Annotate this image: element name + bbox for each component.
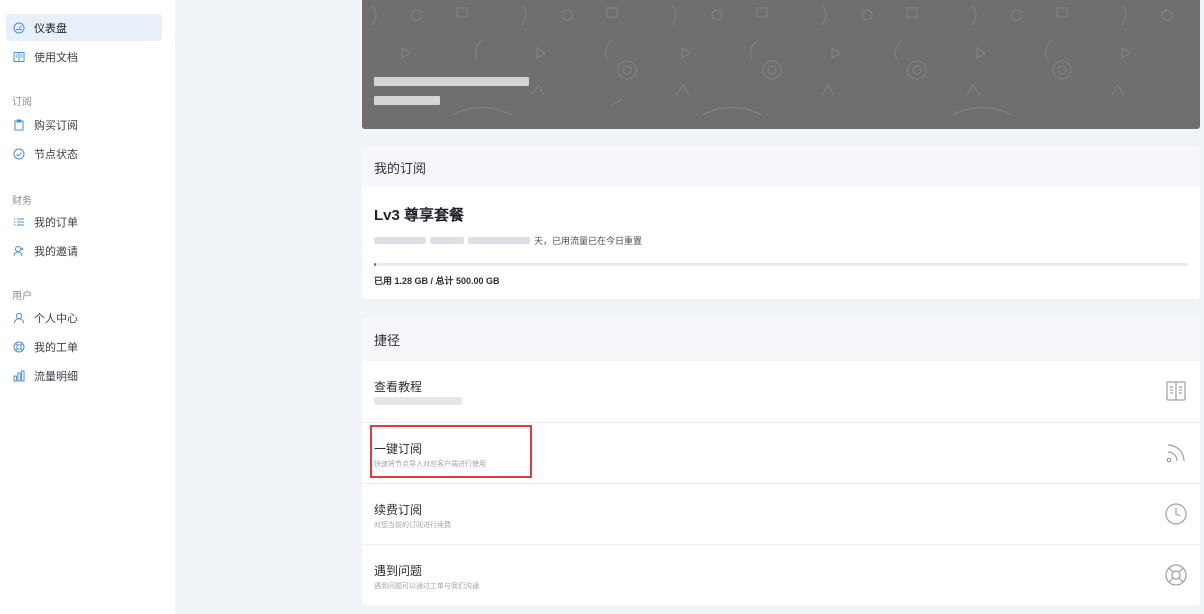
sidebar-group-subscription: 订阅: [12, 97, 32, 108]
redacted-desc: [374, 397, 462, 405]
shortcut-title: 续费订阅: [374, 503, 423, 517]
shortcut-desc: 对您当前的订阅进行续费: [374, 522, 451, 529]
subscription-card: 我的订阅 Lv3 尊享套餐 天，已用流量已在今日重置 已用 1.28 GB / …: [362, 147, 1200, 299]
sidebar-item-traffic[interactable]: 流量明细: [6, 362, 162, 389]
redacted-title: [374, 77, 529, 86]
sidebar-item-label: 仪表盘: [34, 22, 67, 35]
sidebar-item-invites[interactable]: 我的邀请: [6, 237, 162, 264]
user-icon: [13, 312, 25, 324]
redacted-subtitle: [374, 96, 440, 105]
sidebar-item-label: 流量明细: [34, 370, 78, 383]
check-circle-icon: [13, 148, 25, 160]
shortcut-title: 查看教程: [374, 380, 423, 394]
book-icon: [13, 51, 25, 63]
sidebar-item-orders[interactable]: 我的订单: [6, 208, 162, 235]
bar-chart-icon: [13, 370, 25, 382]
usage-progress-fill: [374, 263, 377, 266]
sidebar-item-label: 我的订单: [34, 216, 78, 229]
card-header: 我的订阅: [362, 147, 1200, 187]
plan-desc-text: 天，已用流量已在今日重置: [534, 236, 643, 246]
shortcut-title: 遇到问题: [374, 564, 423, 578]
redacted-text: [430, 237, 464, 244]
plan-description: 天，已用流量已在今日重置: [374, 234, 642, 247]
plan-name: Lv3 尊享套餐: [374, 207, 465, 224]
sidebar-group-user: 用户: [12, 291, 32, 302]
sidebar-item-profile[interactable]: 个人中心: [6, 304, 162, 331]
list-icon: [13, 216, 25, 228]
redacted-text: [468, 237, 530, 244]
dashboard-icon: [13, 22, 25, 34]
hero-pattern: [371, 4, 1173, 116]
sidebar-item-label: 购买订阅: [34, 119, 78, 132]
sidebar-item-label: 我的工单: [34, 341, 78, 354]
sidebar-group-finance: 财务: [12, 196, 32, 207]
card-header: 捷径: [362, 318, 1200, 361]
clipboard-icon: [13, 119, 25, 131]
lifebuoy-icon: [1164, 563, 1188, 587]
sidebar-item-node-status[interactable]: 节点状态: [6, 140, 162, 167]
clock-icon: [1164, 502, 1188, 526]
sidebar-item-label: 个人中心: [34, 312, 78, 325]
sidebar-item-buy-subscription[interactable]: 购买订阅: [6, 111, 162, 138]
sidebar-item-tickets[interactable]: 我的工单: [6, 333, 162, 360]
sidebar-item-label: 使用文档: [34, 51, 78, 64]
sidebar-item-label: 我的邀请: [34, 245, 78, 258]
sidebar-item-docs[interactable]: 使用文档: [6, 43, 162, 70]
book-open-icon: [1164, 379, 1188, 403]
usage-progress-bar: [374, 263, 1188, 266]
support-icon: [13, 341, 25, 353]
sidebar-item-dashboard[interactable]: 仪表盘: [6, 14, 162, 41]
redacted-text: [374, 237, 426, 244]
highlight-box: [370, 425, 532, 478]
invite-user-icon: [13, 245, 25, 257]
shortcut-view-tutorial[interactable]: 查看教程: [362, 361, 1200, 422]
shortcut-get-help[interactable]: 遇到问题 遇到问题可以通过工单与我们沟通: [362, 544, 1200, 605]
sidebar-item-label: 节点状态: [34, 148, 78, 161]
sidebar: 仪表盘 使用文档 订阅 购买订阅 节点状态 财务 我的订单 我的邀请 用户 个人…: [0, 0, 175, 614]
usage-text: 已用 1.28 GB / 总计 500.00 GB: [374, 276, 500, 286]
hero-banner: [362, 0, 1200, 129]
rss-icon: [1164, 441, 1188, 465]
shortcut-renew-subscription[interactable]: 续费订阅 对您当前的订阅进行续费: [362, 483, 1200, 544]
shortcut-desc: 遇到问题可以通过工单与我们沟通: [374, 583, 479, 590]
